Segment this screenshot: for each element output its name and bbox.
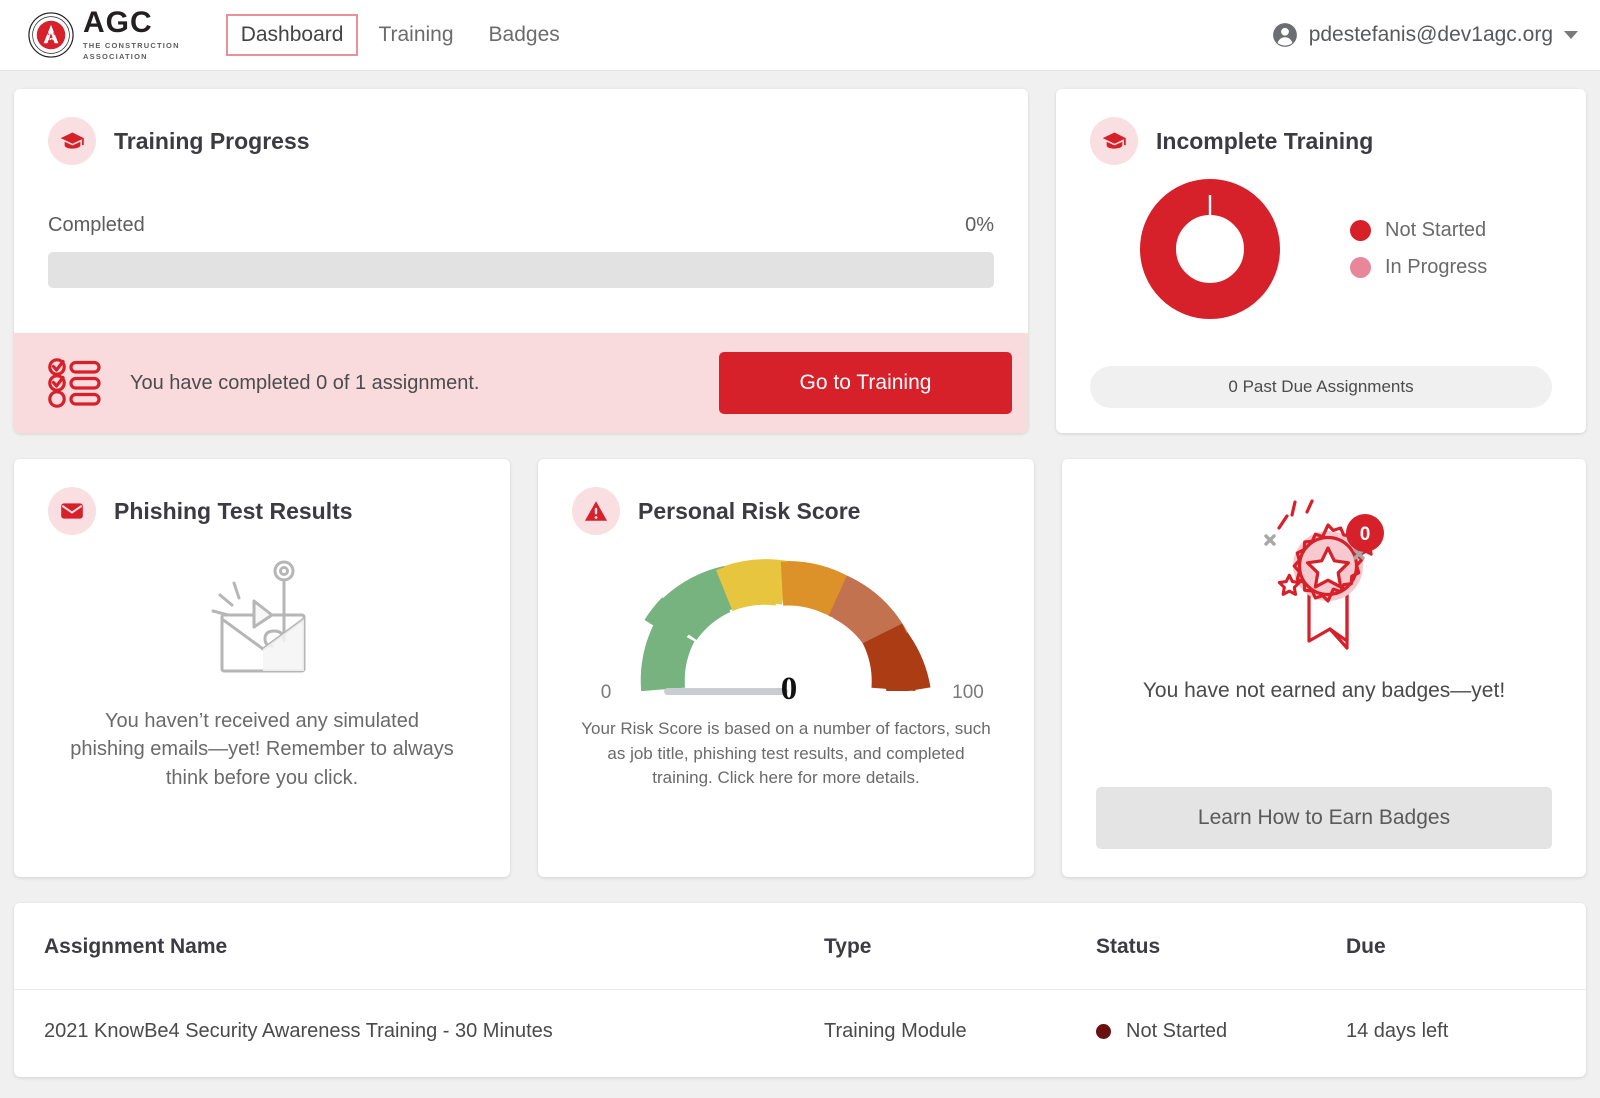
completed-percent: 0% bbox=[965, 214, 994, 236]
cell-status: Not Started bbox=[1096, 990, 1346, 1078]
account-menu[interactable]: pdestefanis@dev1agc.org bbox=[1272, 22, 1578, 48]
nav-item-dashboard[interactable]: Dashboard bbox=[225, 14, 359, 56]
table-row[interactable]: 2021 KnowBe4 Security Awareness Training… bbox=[14, 990, 1586, 1078]
dashboard-row-top: Training Progress Completed 0% You have … bbox=[14, 89, 1586, 433]
incomplete-training-header: Incomplete Training bbox=[1090, 117, 1552, 165]
cell-due: 14 days left bbox=[1346, 1020, 1449, 1042]
gauge-min-label: 0 bbox=[601, 682, 612, 703]
incomplete-training-title: Incomplete Training bbox=[1156, 127, 1374, 154]
ribbon-award-icon: 0 bbox=[1229, 493, 1419, 663]
phishing-hook-envelope-icon bbox=[48, 553, 476, 683]
chevron-down-icon[interactable] bbox=[1564, 31, 1578, 39]
cell-type: Training Module bbox=[824, 1020, 967, 1042]
legend-dot-in-progress bbox=[1350, 257, 1371, 278]
column-header-type[interactable]: Type bbox=[824, 903, 1096, 990]
phishing-empty-message: You haven’t received any simulated phish… bbox=[70, 710, 454, 789]
incomplete-training-card: Incomplete Training Not Started In Progr… bbox=[1056, 89, 1586, 433]
nav-item-training[interactable]: Training bbox=[363, 14, 468, 56]
main-navigation: Dashboard Training Badges bbox=[225, 14, 575, 56]
gauge-max-label: 100 bbox=[952, 682, 984, 703]
risk-score-body: Personal Risk Score 0 100 0 Your Risk Sc… bbox=[538, 459, 1034, 791]
dashboard-page: Training Progress Completed 0% You have … bbox=[0, 71, 1600, 1077]
graduation-cap-icon bbox=[48, 117, 96, 165]
assignments-table-head: Assignment Name Type Status Due bbox=[14, 903, 1586, 990]
gauge-value-label: 0 bbox=[781, 671, 798, 703]
training-progress-header: Training Progress bbox=[48, 117, 994, 165]
legend-dot-not-started bbox=[1350, 220, 1371, 241]
account-email: pdestefanis@dev1agc.org bbox=[1308, 23, 1553, 46]
past-due-assignments-pill[interactable]: 0 Past Due Assignments bbox=[1090, 366, 1552, 408]
legend-item-not-started: Not Started bbox=[1350, 219, 1487, 242]
app-header: A C G AGC THE CONSTRUCTION ASSOCIATION D… bbox=[0, 0, 1600, 71]
envelope-icon bbox=[48, 487, 96, 535]
learn-how-to-earn-badges-button[interactable]: Learn How to Earn Badges bbox=[1096, 787, 1552, 849]
checklist-icon bbox=[48, 358, 101, 408]
phishing-results-title: Phishing Test Results bbox=[114, 497, 353, 524]
training-progress-banner: You have completed 0 of 1 assignment. Go… bbox=[14, 333, 1028, 433]
incomplete-training-chart-row: Not Started In Progress bbox=[1090, 179, 1552, 319]
phishing-results-header: Phishing Test Results bbox=[48, 487, 476, 535]
legend-label-in-progress: In Progress bbox=[1385, 256, 1488, 278]
training-progress-labels: Completed 0% bbox=[48, 214, 994, 237]
user-circle-icon bbox=[1272, 23, 1297, 47]
risk-score-header: Personal Risk Score bbox=[572, 487, 1000, 535]
assignment-summary-text: You have completed 0 of 1 assignment. bbox=[130, 371, 480, 394]
training-progress-bar bbox=[48, 252, 994, 288]
legend-label-not-started: Not Started bbox=[1385, 219, 1487, 241]
assignments-table-card: Assignment Name Type Status Due 2021 Kno… bbox=[14, 903, 1586, 1077]
incomplete-training-legend: Not Started In Progress bbox=[1350, 219, 1487, 279]
agc-seal-icon: A C G bbox=[28, 12, 74, 58]
cell-assignment-name[interactable]: 2021 KnowBe4 Security Awareness Training… bbox=[14, 990, 824, 1078]
status-label: Not Started bbox=[1126, 1020, 1228, 1042]
legend-item-in-progress: In Progress bbox=[1350, 256, 1487, 279]
warning-triangle-icon bbox=[572, 487, 620, 535]
nav-item-badges[interactable]: Badges bbox=[474, 14, 575, 56]
assignments-table-body: 2021 KnowBe4 Security Awareness Training… bbox=[14, 990, 1586, 1078]
badges-count: 0 bbox=[1360, 524, 1371, 545]
svg-text:G: G bbox=[49, 37, 53, 42]
risk-score-title: Personal Risk Score bbox=[638, 497, 861, 524]
go-to-training-button[interactable]: Go to Training bbox=[719, 352, 1012, 414]
training-progress-body: Training Progress Completed 0% bbox=[14, 89, 1028, 333]
table-header-row: Assignment Name Type Status Due bbox=[14, 903, 1586, 990]
risk-score-gauge[interactable]: 0 100 0 bbox=[572, 551, 1000, 703]
column-header-assignment-name[interactable]: Assignment Name bbox=[14, 903, 824, 990]
badges-card: 0 You have not earned any badges—yet! Le… bbox=[1062, 459, 1586, 877]
column-header-due[interactable]: Due bbox=[1346, 903, 1586, 990]
risk-score-note[interactable]: Your Risk Score is based on a number of … bbox=[572, 717, 1000, 791]
phishing-results-card: Phishing Test Results You haven’t receiv… bbox=[14, 459, 510, 877]
risk-score-card: Personal Risk Score 0 100 0 Your Risk Sc… bbox=[538, 459, 1034, 877]
status-badge-dot bbox=[1096, 1024, 1111, 1039]
column-header-status[interactable]: Status bbox=[1096, 903, 1346, 990]
brand-logo[interactable]: A C G AGC THE CONSTRUCTION ASSOCIATION bbox=[28, 5, 180, 63]
assignments-table: Assignment Name Type Status Due 2021 Kno… bbox=[14, 903, 1586, 1077]
training-progress-title: Training Progress bbox=[114, 127, 310, 154]
graduation-cap-icon bbox=[1090, 117, 1138, 165]
badges-empty-message: You have not earned any badges—yet! bbox=[1142, 679, 1506, 702]
incomplete-training-donut[interactable] bbox=[1090, 179, 1330, 319]
completed-label: Completed bbox=[48, 214, 145, 236]
incomplete-training-body: Incomplete Training Not Started In Progr… bbox=[1056, 89, 1586, 319]
brand-name: AGC bbox=[83, 5, 153, 39]
brand-tagline: THE CONSTRUCTION ASSOCIATION bbox=[83, 40, 180, 61]
training-progress-card: Training Progress Completed 0% You have … bbox=[14, 89, 1028, 433]
phishing-results-body: Phishing Test Results You haven’t receiv… bbox=[14, 459, 510, 792]
svg-text:C: C bbox=[53, 31, 57, 37]
dashboard-row-middle: Phishing Test Results You haven’t receiv… bbox=[14, 459, 1586, 877]
